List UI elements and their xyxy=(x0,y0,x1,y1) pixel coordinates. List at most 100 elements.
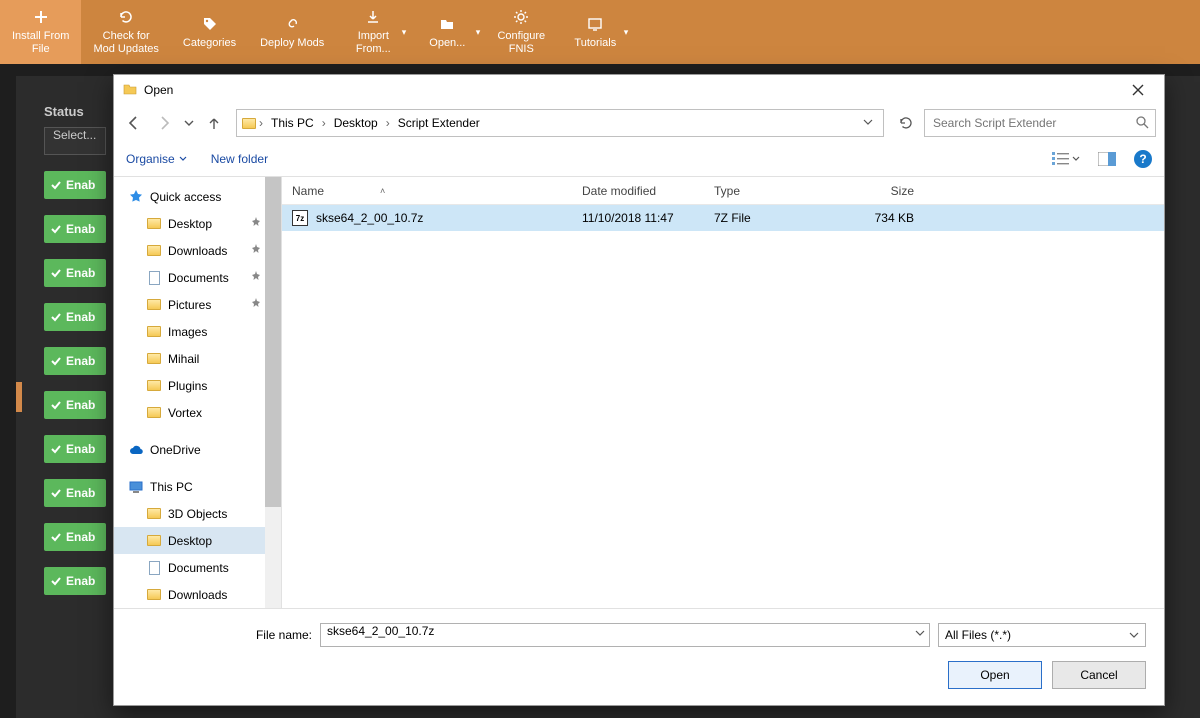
organise-label: Organise xyxy=(126,152,175,166)
preview-pane-button[interactable] xyxy=(1098,152,1116,166)
tree-item-mihail[interactable]: Mihail xyxy=(114,345,281,372)
tree-item-label: Desktop xyxy=(168,534,212,548)
tree-item-pictures[interactable]: Pictures xyxy=(114,291,281,318)
tree-item-desktop[interactable]: Desktop xyxy=(114,210,281,237)
file-row[interactable]: 7zskse64_2_00_10.7z11/10/2018 11:477Z Fi… xyxy=(282,205,1164,231)
tree-item-downloads[interactable]: Downloads xyxy=(114,581,281,608)
tree-item-label: Downloads xyxy=(168,244,227,258)
enable-button[interactable]: Enab xyxy=(44,479,106,507)
help-button[interactable]: ? xyxy=(1134,150,1152,168)
toolbar-open[interactable]: Open...▾ xyxy=(410,0,484,64)
tree-item-onedrive[interactable]: OneDrive xyxy=(114,436,281,463)
enable-button[interactable]: Enab xyxy=(44,435,106,463)
toolbar-tutorials[interactable]: Tutorials▾ xyxy=(558,0,632,64)
breadcrumb-segment[interactable]: This PC xyxy=(265,110,320,136)
tree-item-images[interactable]: Images xyxy=(114,318,281,345)
tree-item-documents[interactable]: Documents xyxy=(114,554,281,581)
cancel-button[interactable]: Cancel xyxy=(1052,661,1146,689)
col-header-type[interactable]: Type xyxy=(704,184,832,198)
organise-menu[interactable]: Organise xyxy=(126,152,187,166)
tree-item-label: Downloads xyxy=(168,588,227,602)
filename-value: skse64_2_00_10.7z xyxy=(327,624,434,638)
up-button[interactable] xyxy=(202,111,226,135)
enable-button[interactable]: Enab xyxy=(44,171,106,199)
file-list-header[interactable]: Name˄ Date modified Type Size xyxy=(282,177,1164,205)
refresh-button[interactable] xyxy=(894,111,918,135)
toolbar-install[interactable]: Install FromFile xyxy=(0,0,81,64)
col-header-size[interactable]: Size xyxy=(832,184,924,198)
file-name: skse64_2_00_10.7z xyxy=(316,211,423,225)
col-header-date[interactable]: Date modified xyxy=(572,184,704,198)
view-mode-button[interactable] xyxy=(1052,152,1080,166)
enable-button[interactable]: Enab xyxy=(44,215,106,243)
tree-item-downloads[interactable]: Downloads xyxy=(114,237,281,264)
tree-item-plugins[interactable]: Plugins xyxy=(114,372,281,399)
archive-icon: 7z xyxy=(292,210,308,226)
chevron-down-icon: ▾ xyxy=(402,27,407,37)
tree-item-3d-objects[interactable]: 3D Objects xyxy=(114,500,281,527)
enable-button[interactable]: Enab xyxy=(44,347,106,375)
breadcrumb-segment[interactable]: Desktop xyxy=(328,110,384,136)
plus-icon xyxy=(32,8,50,26)
tree-item-quick-access[interactable]: Quick access xyxy=(114,183,281,210)
filename-input[interactable]: skse64_2_00_10.7z xyxy=(320,623,930,647)
folder-icon xyxy=(146,216,162,232)
toolbar-check[interactable]: Check forMod Updates xyxy=(81,0,170,64)
tree-item-label: Quick access xyxy=(150,190,221,204)
dialog-title: Open xyxy=(138,83,1118,97)
chevron-right-icon: › xyxy=(257,116,265,130)
toolbar-categories[interactable]: Categories xyxy=(171,0,248,64)
toolbar-fnis[interactable]: ConfigureFNIS xyxy=(484,0,558,64)
close-button[interactable] xyxy=(1118,76,1158,104)
breadcrumb-bar[interactable]: ›This PC›Desktop›Script Extender xyxy=(236,109,884,137)
folder-icon xyxy=(146,587,162,603)
col-header-name[interactable]: Name˄ xyxy=(282,184,572,198)
enable-button[interactable]: Enab xyxy=(44,259,106,287)
enable-button[interactable]: Enab xyxy=(44,391,106,419)
file-filter-select[interactable]: All Files (*.*) xyxy=(938,623,1146,647)
open-button[interactable]: Open xyxy=(948,661,1042,689)
recent-dropdown[interactable] xyxy=(182,111,196,135)
folder-icon xyxy=(146,351,162,367)
filename-history-dropdown[interactable] xyxy=(915,627,925,641)
toolbar-import[interactable]: ImportFrom...▾ xyxy=(336,0,410,64)
new-folder-button[interactable]: New folder xyxy=(211,152,268,166)
search-box[interactable] xyxy=(924,109,1156,137)
tree-item-desktop[interactable]: Desktop xyxy=(114,527,281,554)
enable-button[interactable]: Enab xyxy=(44,567,106,595)
folder-icon xyxy=(438,15,456,33)
chevron-down-icon: ▾ xyxy=(476,27,481,37)
doc-icon xyxy=(146,270,162,286)
folder-icon xyxy=(146,324,162,340)
chevron-right-icon: › xyxy=(384,116,392,130)
back-button[interactable] xyxy=(122,111,146,135)
tree-item-label: Pictures xyxy=(168,298,211,312)
download-icon xyxy=(364,8,382,26)
status-select[interactable]: Select... xyxy=(44,127,106,155)
pin-icon xyxy=(251,298,261,311)
tree-item-label: Mihail xyxy=(168,352,199,366)
tree-item-label: Vortex xyxy=(168,406,202,420)
chevron-right-icon: › xyxy=(320,116,328,130)
chevron-down-icon xyxy=(1072,155,1080,163)
tree-item-this-pc[interactable]: This PC xyxy=(114,473,281,500)
vortex-toolbar: Install FromFileCheck forMod UpdatesCate… xyxy=(0,0,1200,64)
folder-tree[interactable]: Quick access Desktop Downloads Documents Pic… xyxy=(114,177,282,608)
tree-scrollbar[interactable] xyxy=(265,177,281,608)
forward-button[interactable] xyxy=(152,111,176,135)
search-icon xyxy=(1135,115,1149,132)
tree-item-label: This PC xyxy=(150,480,193,494)
tree-item-label: Documents xyxy=(168,561,229,575)
tree-scroll-thumb[interactable] xyxy=(265,177,281,507)
dialog-titlebar: Open xyxy=(114,75,1164,105)
enable-button[interactable]: Enab xyxy=(44,523,106,551)
star-icon xyxy=(128,189,144,205)
enable-button[interactable]: Enab xyxy=(44,303,106,331)
search-input[interactable] xyxy=(931,115,1135,131)
tree-item-documents[interactable]: Documents xyxy=(114,264,281,291)
file-size: 734 KB xyxy=(832,211,924,225)
tree-item-vortex[interactable]: Vortex xyxy=(114,399,281,426)
toolbar-deploy[interactable]: Deploy Mods xyxy=(248,0,336,64)
breadcrumb-dropdown[interactable] xyxy=(857,116,879,130)
breadcrumb-segment[interactable]: Script Extender xyxy=(392,110,486,136)
